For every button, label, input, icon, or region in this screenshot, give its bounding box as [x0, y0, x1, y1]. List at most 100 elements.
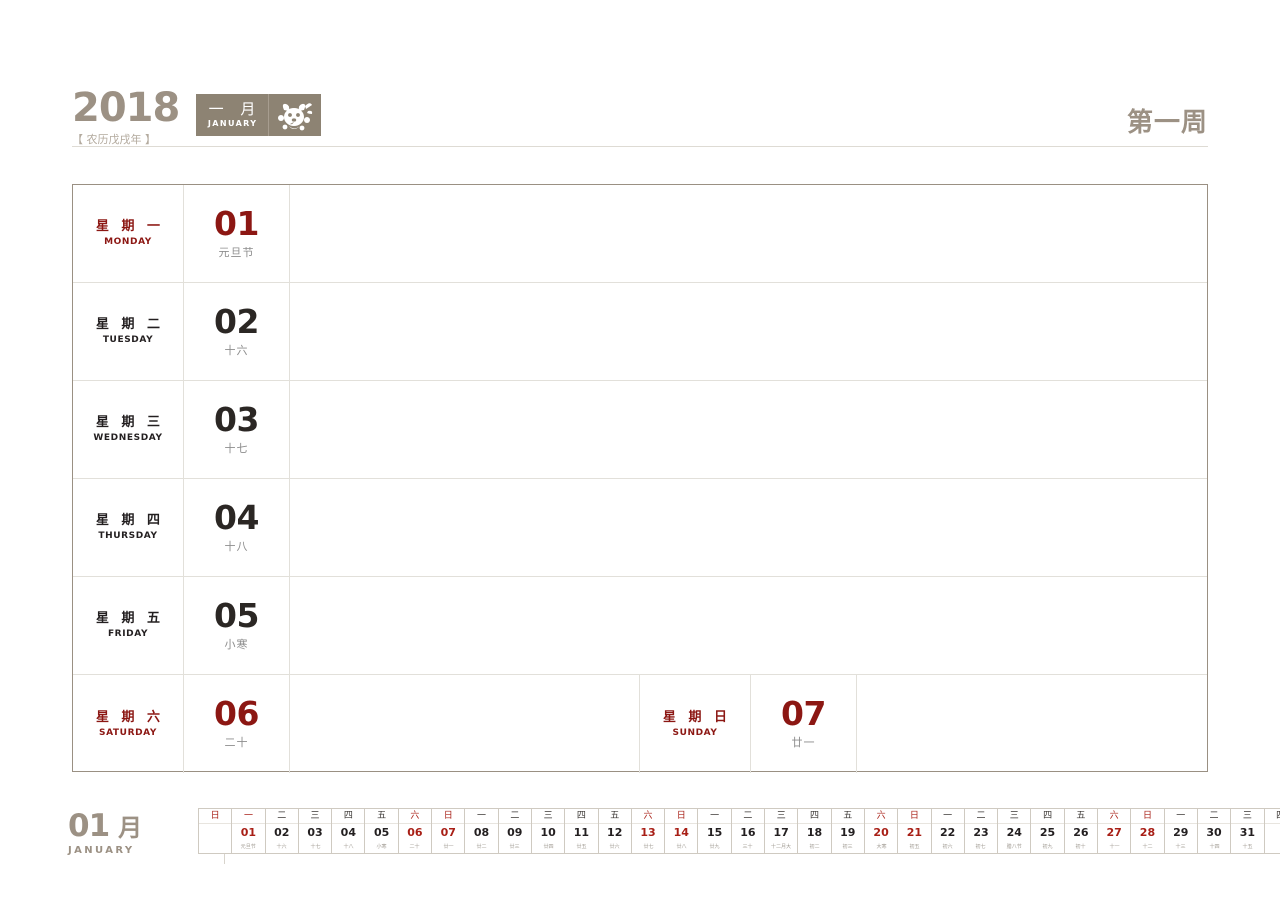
- month-name-en: JANUARY: [207, 119, 258, 128]
- mini-weekday-header: 六: [631, 809, 665, 824]
- mini-day-cell[interactable]: 四 18 初二: [798, 809, 832, 854]
- note-area-sunday[interactable]: [857, 675, 1207, 773]
- mini-day-number: 26: [1073, 826, 1089, 839]
- weekday-cell-monday: 星 期 一 MONDAY: [73, 185, 184, 282]
- mini-day-lunar: 元旦节: [240, 844, 257, 850]
- mini-day-cell[interactable]: 三 03 十七: [298, 809, 333, 854]
- mini-weekday-header: 四: [1264, 809, 1280, 824]
- mini-weekday-header: 五: [598, 809, 631, 824]
- note-area-friday[interactable]: [290, 577, 1207, 674]
- weekday-name-en: FRIDAY: [107, 629, 149, 639]
- mini-day-number: 19: [840, 826, 856, 839]
- mini-day-lunar: [214, 841, 216, 852]
- mini-day-cell[interactable]: 二 16 三十: [731, 809, 766, 854]
- mini-day-cell[interactable]: 日 28 十二: [1131, 809, 1165, 854]
- mini-day-cell[interactable]: 一 29 十三: [1164, 809, 1198, 854]
- mini-day-lunar: 初三: [842, 844, 853, 850]
- weekday-name-en: TUESDAY: [102, 335, 154, 345]
- mini-day-number: 06: [407, 826, 423, 839]
- date-lunar-label: 十七: [224, 441, 249, 455]
- bottom-month-block: 01 月 JANUARY: [68, 810, 186, 856]
- mini-day-cell[interactable]: 一 01 元旦节: [232, 809, 266, 854]
- mini-day-cell[interactable]: 二 30 十四: [1197, 809, 1232, 854]
- mini-day-cell[interactable]: 三 10 廿四: [531, 809, 566, 854]
- mini-day-cell[interactable]: 五 19 初三: [831, 809, 865, 854]
- date-lunar-label: 小寒: [224, 637, 249, 651]
- mini-day-cell[interactable]: 三 17 十二月大: [765, 809, 799, 854]
- mini-day-lunar: 十七: [309, 844, 321, 850]
- mini-day-cell[interactable]: 日 21 初五: [898, 809, 932, 854]
- mini-day-cell[interactable]: 五 26 初十: [1064, 809, 1099, 854]
- mini-day-lunar: 廿九: [709, 844, 720, 850]
- mini-day-lunar: 十五: [1242, 844, 1253, 850]
- mini-day-lunar: 十六: [276, 844, 287, 850]
- date-lunar-label: 二十: [224, 736, 249, 749]
- day-row-tuesday: 星 期 二 TUESDAY 02 十六: [73, 283, 1207, 381]
- mini-day-cell[interactable]: 一 15 廿九: [698, 809, 732, 854]
- bottom-month-en: JANUARY: [68, 845, 135, 856]
- mini-day-lunar: 廿五: [576, 844, 587, 850]
- mini-day-number: 05: [373, 826, 390, 839]
- date-number: 01: [214, 203, 259, 243]
- mini-day-cell[interactable]: 三 31 十五: [1231, 809, 1265, 854]
- mini-day-number: 16: [740, 826, 756, 839]
- weekday-cell-saturday: 星 期 六 SATURDAY: [73, 675, 184, 773]
- weekday-name-cn: 星 期 五: [95, 611, 165, 626]
- mini-day-cell[interactable]: 二 02 十六: [265, 809, 299, 854]
- mini-day-cell[interactable]: 日 14 廿八: [665, 809, 699, 854]
- mini-day-cell[interactable]: 六 06 二十: [398, 809, 433, 854]
- mini-day-cell[interactable]: 四 04 十八: [332, 809, 366, 854]
- mini-day-lunar: 初十: [1075, 844, 1086, 850]
- mini-day-lunar: 廿六: [609, 844, 620, 850]
- mini-day-number: 02: [274, 826, 290, 839]
- mini-weekday-header: 二: [1197, 809, 1231, 824]
- mini-day-cell[interactable]: 五 05 小寒: [365, 809, 399, 854]
- mini-day-cell[interactable]: 四 25 初九: [1031, 809, 1065, 854]
- mini-day-cell[interactable]: 一 22 初六: [931, 809, 965, 854]
- mini-weekday-header: 二: [731, 809, 765, 824]
- note-area-tuesday[interactable]: [290, 283, 1207, 380]
- mini-day-cell[interactable]: 三 24 腊八节: [998, 809, 1032, 854]
- mini-day-cell[interactable]: 日 07 廿一: [432, 809, 466, 854]
- mini-day-number: 04: [340, 826, 356, 839]
- mini-weekday-header: 日: [665, 809, 698, 824]
- mini-day-cell[interactable]: 六 27 十一: [1098, 809, 1132, 854]
- mini-day-number: 18: [806, 826, 823, 839]
- mini-day-cell[interactable]: 四 11 廿五: [565, 809, 599, 854]
- mini-day-number: 08: [473, 826, 490, 839]
- date-number: 02: [214, 301, 259, 341]
- mini-day-cell[interactable]: 五 12 廿六: [598, 809, 632, 854]
- note-area-monday[interactable]: [290, 185, 1207, 282]
- mini-weekday-header: 一: [465, 809, 498, 824]
- note-area-wednesday[interactable]: [290, 381, 1207, 478]
- mini-day-number: 12: [607, 826, 623, 839]
- mini-weekday-header: 四: [332, 809, 365, 824]
- mini-weekday-header: 六: [1098, 809, 1131, 824]
- mini-weekday-header: 日: [1131, 809, 1164, 824]
- mini-day-number: 09: [507, 826, 523, 839]
- mini-weekday-header: 二: [964, 809, 998, 824]
- mini-day-cell-empty: 四: [1264, 809, 1280, 854]
- note-area-saturday[interactable]: [290, 675, 640, 773]
- date-lunar-label: 十六: [224, 343, 249, 357]
- mini-day-cell[interactable]: 六 13 廿七: [631, 809, 666, 854]
- mini-day-number: [213, 824, 217, 841]
- mini-day-lunar: 十四: [1208, 844, 1220, 850]
- mini-day-cell[interactable]: 二 09 廿三: [498, 809, 532, 854]
- weekday-name-en: SATURDAY: [98, 727, 158, 738]
- lunar-year-label: 【 农历戊戌年 】: [72, 133, 156, 146]
- mini-day-cell[interactable]: 六 20 大寒: [864, 809, 899, 854]
- day-row-wednesday: 星 期 三 WEDNESDAY 03 十七: [73, 381, 1207, 479]
- mini-day-number: 21: [906, 826, 923, 839]
- date-number: 04: [214, 497, 259, 537]
- mini-weekday-header: 二: [265, 809, 298, 824]
- date-cell-tuesday: 02 十六: [184, 283, 290, 380]
- mini-day-cell[interactable]: 一 08 廿二: [465, 809, 499, 854]
- weekday-name-cn: 星 期 六: [95, 709, 165, 725]
- note-area-thursday[interactable]: [290, 479, 1207, 576]
- mini-day-cell[interactable]: 二 23 初七: [964, 809, 999, 854]
- mini-day-lunar: 十八: [343, 844, 354, 850]
- mini-day-lunar: 二十: [409, 844, 420, 850]
- mini-day-number: 07: [440, 826, 456, 839]
- mini-weekday-header: 日: [432, 809, 465, 824]
